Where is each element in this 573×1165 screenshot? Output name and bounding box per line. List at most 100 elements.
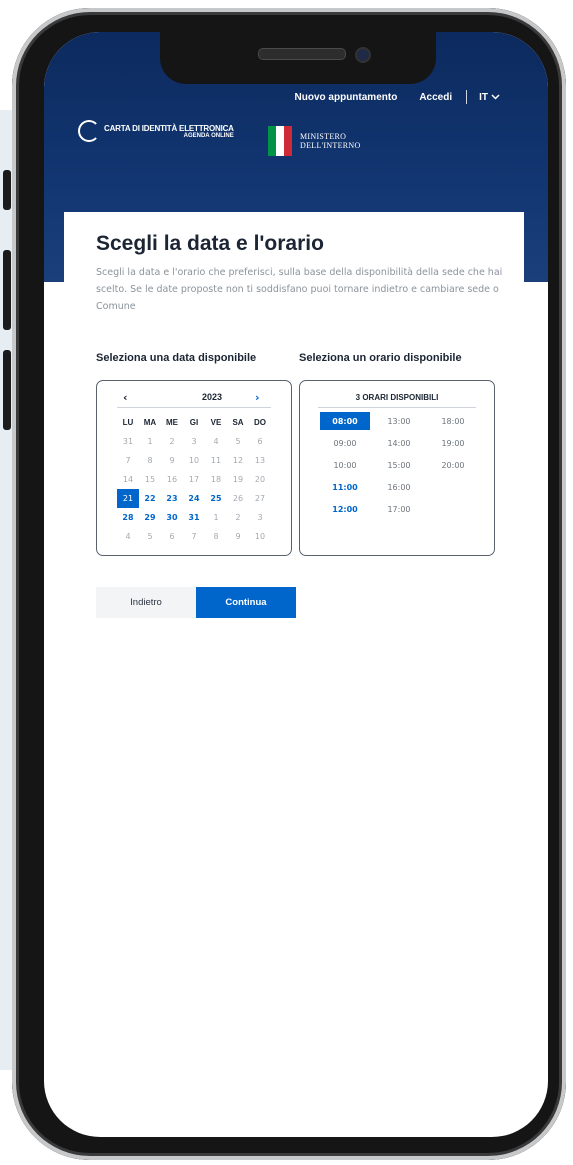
continue-button[interactable]: Continua [196, 587, 296, 618]
calendar-day: 3 [191, 437, 197, 446]
calendar-next-button[interactable]: › [255, 391, 260, 404]
front-camera-icon [355, 47, 371, 63]
calendar-day: 2 [169, 437, 175, 446]
calendar-day: 6 [257, 437, 263, 446]
phone-volume-down-button [3, 350, 11, 430]
phone-mute-switch [3, 170, 11, 210]
time-slot-selected[interactable]: 08:00 [320, 412, 370, 430]
calendar-day[interactable]: 25 [205, 489, 227, 508]
calendar-year: 2023 [201, 392, 223, 402]
time-slot[interactable]: 14:00 [372, 432, 426, 454]
calendar-day: 8 [213, 532, 219, 541]
calendar-day: 10 [254, 532, 266, 541]
time-slot[interactable]: 10:00 [318, 454, 372, 476]
ministry-line-2: DELL'INTERNO [300, 141, 361, 150]
calendar-day: 18 [210, 475, 222, 484]
calendar-day: 9 [169, 456, 175, 465]
page-description: Scegli la data e l'orario che preferisci… [96, 267, 503, 312]
date-calendar: ‹ 2023 › LU MA ME GI VE SA DO 31 1 2 3 4 5 6 7 8 9 10 11 12… [96, 380, 292, 556]
calendar-day: 16 [166, 475, 178, 484]
calendar-day[interactable]: 29 [139, 508, 161, 527]
cie-logo-icon [78, 120, 100, 142]
calendar-day: 27 [254, 494, 266, 503]
time-slot[interactable]: 12:00 [318, 498, 372, 520]
time-slot[interactable]: 19:00 [426, 432, 480, 454]
brand-subtitle: AGENDA ONLINE [183, 133, 234, 139]
calendar-day: 7 [191, 532, 197, 541]
calendar-day: 4 [213, 437, 219, 446]
top-nav: Nuovo appuntamento Accedi IT [273, 90, 500, 104]
phone-screen: Nuovo appuntamento Accedi IT CARTA DI ID… [44, 32, 548, 1137]
calendar-day: 6 [169, 532, 175, 541]
calendar-day-selected[interactable]: 21 [117, 489, 139, 508]
time-slots-header: 3 ORARI DISPONIBILI [355, 393, 439, 402]
calendar-day: 5 [235, 437, 241, 446]
calendar-day[interactable]: 30 [161, 508, 183, 527]
weekday-header: SA [232, 418, 244, 427]
calendar-day: 17 [188, 475, 200, 484]
time-slot[interactable]: 09:00 [318, 432, 372, 454]
calendar-day: 9 [235, 532, 241, 541]
dates-section-label: Seleziona una data disponibile [96, 352, 257, 364]
time-slot[interactable]: 18:00 [426, 410, 480, 432]
calendar-grid: LU MA ME GI VE SA DO 31 1 2 3 4 5 6 7 8 9 10 11 12 13 14 15 16 1… [117, 413, 271, 546]
nav-divider [466, 90, 468, 104]
times-section-label: Seleziona un orario disponibile [299, 352, 462, 364]
calendar-day: 11 [210, 456, 222, 465]
calendar-day: 12 [232, 456, 244, 465]
phone-notch [160, 32, 436, 84]
time-slot[interactable]: 16:00 [372, 476, 426, 498]
calendar-day: 13 [254, 456, 266, 465]
calendar-day: 10 [188, 456, 200, 465]
calendar-day: 15 [144, 475, 156, 484]
time-slot[interactable]: 11:00 [318, 476, 372, 498]
calendar-day: 3 [257, 513, 263, 522]
back-button[interactable]: Indietro [96, 587, 196, 618]
phone-volume-up-button [3, 250, 11, 330]
flag-stripe-red [284, 126, 292, 156]
language-selector[interactable]: IT [479, 92, 500, 103]
calendar-day: 5 [147, 532, 153, 541]
flag-stripe-green [268, 126, 276, 156]
calendar-day[interactable]: 31 [183, 508, 205, 527]
time-slot[interactable]: 13:00 [372, 410, 426, 432]
time-slot[interactable]: 15:00 [372, 454, 426, 476]
ministry-logo: MINISTERO DELL'INTERNO [268, 126, 361, 156]
cie-logo[interactable]: CARTA DI IDENTITÀ ELETTRONICA AGENDA ONL… [78, 120, 234, 142]
time-slots-divider [318, 407, 476, 408]
calendar-day[interactable]: 24 [183, 489, 205, 508]
calendar-day[interactable]: 23 [161, 489, 183, 508]
login-link[interactable]: Accedi [419, 92, 452, 103]
weekday-header: VE [210, 418, 222, 427]
calendar-day: 26 [232, 494, 244, 503]
weekday-header: ME [166, 418, 178, 427]
time-slot-picker: 3 ORARI DISPONIBILI 08:00 13:00 18:00 09:00… [299, 380, 495, 556]
time-slot[interactable]: 20:00 [426, 454, 480, 476]
calendar-day[interactable]: 22 [139, 489, 161, 508]
calendar-day: 20 [254, 475, 266, 484]
calendar-day: 2 [235, 513, 241, 522]
time-slot-empty [426, 476, 480, 498]
booking-card: Scegli la data e l'orario Scegli la data… [64, 212, 524, 732]
calendar-day: 8 [147, 456, 153, 465]
italian-flag-icon [268, 126, 292, 156]
calendar-day: 1 [147, 437, 153, 446]
form-actions: Indietro Continua [96, 587, 296, 618]
flag-stripe-white [276, 126, 284, 156]
time-slot[interactable]: 17:00 [372, 498, 426, 520]
calendar-prev-button[interactable]: ‹ [123, 391, 128, 404]
calendar-day: 31 [122, 437, 134, 446]
calendar-header: ‹ 2023 › [97, 391, 291, 407]
calendar-day[interactable]: 28 [117, 508, 139, 527]
weekday-header: MA [143, 418, 157, 427]
calendar-divider [117, 407, 271, 408]
brand-title: CARTA DI IDENTITÀ ELETTRONICA [104, 124, 234, 133]
ministry-line-1: MINISTERO [300, 132, 347, 141]
time-slot-grid: 08:00 13:00 18:00 09:00 14:00 19:00 10:00 15:00… [318, 410, 480, 520]
calendar-day: 19 [232, 475, 244, 484]
weekday-header: LU [122, 418, 134, 427]
language-label: IT [479, 91, 488, 103]
new-appointment-link[interactable]: Nuovo appuntamento [295, 92, 398, 103]
time-slot-empty [426, 498, 480, 520]
calendar-day: 7 [125, 456, 131, 465]
